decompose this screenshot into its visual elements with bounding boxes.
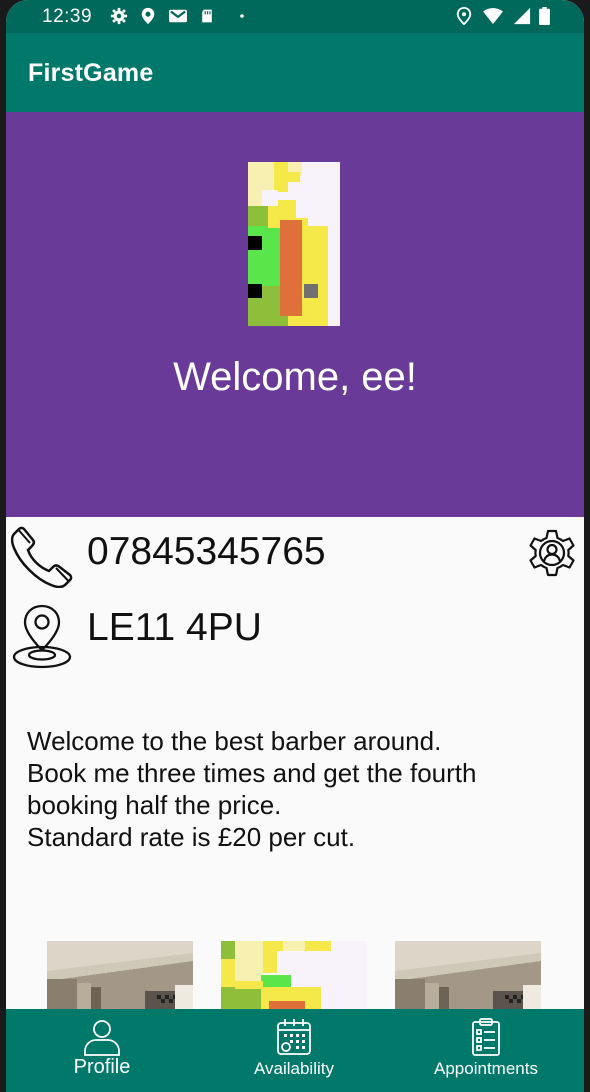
location-pin-icon <box>12 604 72 669</box>
welcome-text: Welcome, ee! <box>173 355 417 399</box>
dot-icon <box>240 14 244 18</box>
location-pin-icon <box>141 7 155 25</box>
description-line: Book me three times and get the fourth <box>27 758 477 788</box>
location-pin-icon <box>456 7 472 25</box>
location-text: LE11 4PU <box>87 606 262 649</box>
nav-label: Availability <box>253 1059 334 1078</box>
bottom-navigation: Profile Availability Appointments <box>6 1009 584 1092</box>
battery-icon <box>539 7 550 25</box>
calendar-icon <box>277 1019 311 1055</box>
gallery-photo-room[interactable] <box>395 941 541 1011</box>
app-title: FirstGame <box>28 59 154 87</box>
barber-description: Welcome to the best barber around. Book … <box>27 725 567 853</box>
nav-appointments[interactable]: Appointments <box>406 1009 566 1092</box>
status-right-icons <box>455 7 550 25</box>
nav-label: Profile <box>73 1056 131 1078</box>
description-line: booking half the price. <box>27 790 282 820</box>
profile-header: Welcome, ee! <box>6 112 584 517</box>
app-bar: FirstGame <box>6 33 584 112</box>
phone-icon <box>11 526 73 588</box>
gallery-pixel-avatar[interactable] <box>221 941 367 1011</box>
pixel-art-avatar[interactable] <box>248 162 340 326</box>
phone-screen: 12:39 FirstGame Welcome, ee! 07845345765… <box>6 0 584 1092</box>
photo-gallery <box>6 941 584 1011</box>
nav-availability[interactable]: Availability <box>214 1009 374 1092</box>
gear-icon <box>110 7 128 25</box>
gallery-photo-room[interactable] <box>47 941 193 1011</box>
person-icon <box>84 1020 120 1056</box>
signal-icon <box>513 7 531 25</box>
wifi-icon <box>483 8 503 25</box>
status-bar: 12:39 <box>6 0 584 33</box>
phone-number: 07845345765 <box>87 530 326 573</box>
description-line: Standard rate is £20 per cut. <box>27 822 356 852</box>
location-row[interactable]: LE11 4PU <box>6 598 584 669</box>
settings-gear-icon[interactable] <box>524 525 580 581</box>
clipboard-icon <box>472 1018 500 1056</box>
description-line: Welcome to the best barber around. <box>27 726 442 756</box>
phone-row[interactable]: 07845345765 <box>6 522 584 592</box>
nav-label: Appointments <box>434 1059 538 1078</box>
sd-card-icon <box>202 9 212 23</box>
status-left-icons <box>110 7 248 25</box>
nav-profile[interactable]: Profile <box>22 1009 182 1092</box>
status-time: 12:39 <box>42 6 93 27</box>
gmail-icon <box>169 9 187 23</box>
